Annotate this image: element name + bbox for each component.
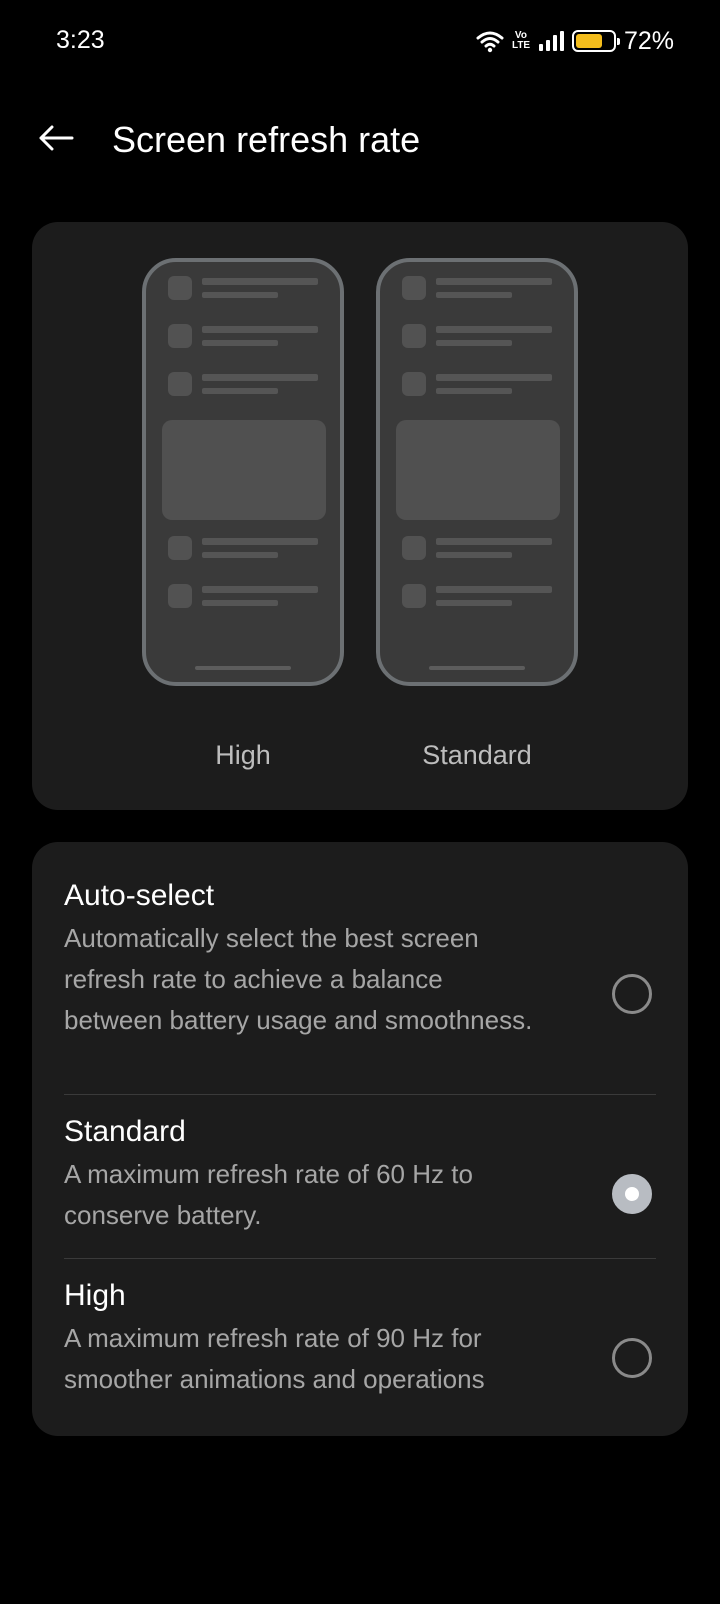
option-description: A maximum refresh rate of 60 Hz to conse… xyxy=(64,1159,473,1230)
preview-row xyxy=(168,276,318,300)
radio-standard[interactable] xyxy=(612,1174,652,1214)
preview-card: High Standard xyxy=(32,222,688,810)
preview-row xyxy=(402,584,552,608)
divider xyxy=(64,1094,656,1095)
app-header: Screen refresh rate xyxy=(0,100,720,180)
wifi-icon xyxy=(476,29,504,53)
preview-block xyxy=(396,420,560,520)
volte-icon: Vo LTE xyxy=(512,31,530,51)
option-standard[interactable]: Standard A maximum refresh rate of 60 Hz… xyxy=(32,1104,688,1256)
radio-high[interactable] xyxy=(612,1338,652,1378)
preview-label-high: High xyxy=(215,740,271,770)
divider xyxy=(64,1258,656,1259)
preview-block xyxy=(162,420,326,520)
status-bar: 3:23 Vo LTE 72% xyxy=(0,0,720,84)
battery-percent: 72% xyxy=(623,26,674,55)
preview-row xyxy=(168,536,318,560)
preview-row xyxy=(402,324,552,348)
preview-phone-standard[interactable] xyxy=(376,258,578,686)
option-description: A maximum refresh rate of 90 Hz for smoo… xyxy=(64,1323,485,1394)
preview-row xyxy=(402,276,552,300)
status-time: 3:23 xyxy=(56,26,105,54)
radio-auto-select[interactable] xyxy=(612,974,652,1014)
signal-icon xyxy=(538,30,564,52)
preview-row xyxy=(168,324,318,348)
battery-icon xyxy=(571,30,620,52)
preview-row xyxy=(168,584,318,608)
preview-label-standard: Standard xyxy=(422,740,532,770)
option-description: Automatically select the best screen ref… xyxy=(64,923,533,1035)
preview-row xyxy=(402,372,552,396)
preview-home-bar xyxy=(429,666,525,670)
option-title: Standard xyxy=(64,1115,186,1148)
preview-row xyxy=(168,372,318,396)
status-icons: Vo LTE 72% xyxy=(476,26,674,56)
option-title: High xyxy=(64,1279,126,1312)
preview-row xyxy=(402,536,552,560)
option-high[interactable]: High A maximum refresh rate of 90 Hz for… xyxy=(32,1268,688,1418)
refresh-rate-options: Auto-select Automatically select the bes… xyxy=(32,842,688,1436)
page-title: Screen refresh rate xyxy=(112,119,421,160)
option-title: Auto-select xyxy=(64,879,215,912)
back-button[interactable] xyxy=(34,118,78,162)
preview-phone-high[interactable] xyxy=(142,258,344,686)
arrow-left-icon xyxy=(38,124,74,157)
preview-home-bar xyxy=(195,666,291,670)
volte-bottom-text: LTE xyxy=(511,40,531,51)
option-auto-select[interactable]: Auto-select Automatically select the bes… xyxy=(32,870,688,1094)
battery-fill xyxy=(575,34,602,48)
